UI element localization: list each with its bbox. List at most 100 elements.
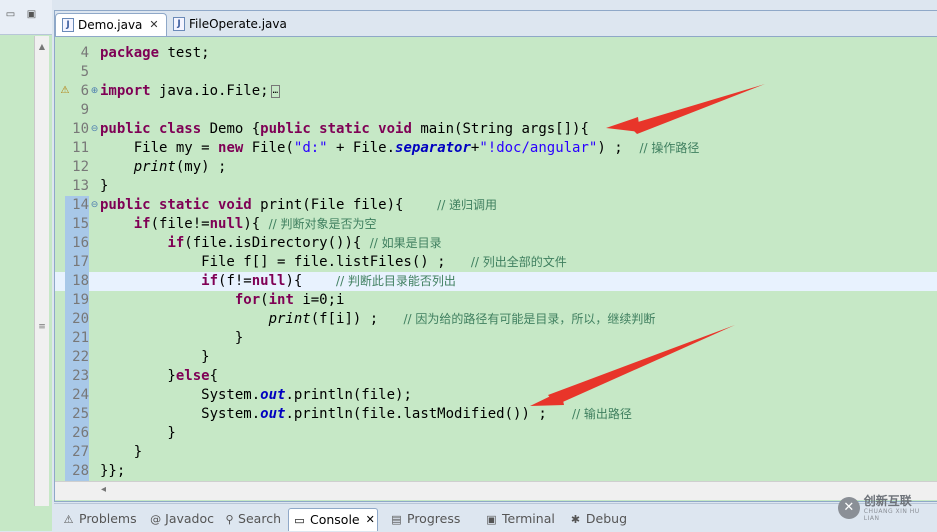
minimize-icon[interactable]: ▭ — [5, 10, 16, 20]
code-line[interactable]: 6 ⊕ ⚠ import java.io.File;… — [55, 82, 937, 101]
scroll-grip-icon[interactable]: ≡ — [38, 322, 46, 332]
code-line[interactable]: 22 } — [55, 348, 937, 367]
code-line[interactable]: 26 } — [55, 424, 937, 443]
code-line[interactable]: 24 System.out.println(file); — [55, 386, 937, 405]
close-icon[interactable]: ✕ — [149, 14, 158, 36]
code-line[interactable]: 12 print(my) ; — [55, 158, 937, 177]
code-line[interactable]: 21 } — [55, 329, 937, 348]
code-text: }}; — [100, 463, 126, 479]
tab-search[interactable]: ⚲ Search — [221, 508, 281, 530]
tab-terminal[interactable]: ▣ Terminal — [481, 508, 557, 530]
code-text: } — [100, 178, 109, 194]
line-number: 17 — [65, 253, 89, 272]
line-number: 11 — [72, 140, 89, 156]
code-editor[interactable]: J Demo.java ✕ J FileOperate.java 4 packag… — [54, 10, 937, 502]
fold-toggle-icon[interactable]: ⊖ — [90, 196, 99, 215]
code-line[interactable]: 27 } — [55, 443, 937, 462]
left-panel-header: ▭ ▣ — [0, 0, 52, 35]
line-number: 26 — [65, 424, 89, 443]
line-number: 4 — [80, 45, 89, 61]
line-number: 18 — [65, 272, 89, 291]
logo-icon: ✕ — [838, 497, 860, 519]
line-number: 28 — [65, 462, 89, 481]
line-number: 14 — [65, 196, 89, 215]
line-number: 27 — [65, 443, 89, 462]
tab-label: Search — [238, 511, 281, 526]
problems-icon: ⚠ — [63, 512, 74, 526]
code-lines[interactable]: 4 package test; 5 6 ⊕ ⚠ import java.io.File;… 9… — [55, 37, 937, 487]
code-text: } — [100, 349, 210, 365]
tab-label: Console — [310, 512, 360, 527]
code-text: File f[] = file.listFiles() ; // 列出全部的文件 — [100, 254, 567, 270]
code-text: public class Demo {public static void ma… — [100, 121, 589, 137]
horizontal-scrollbar[interactable]: ◂ — [55, 481, 937, 500]
tab-debug[interactable]: ✱ Debug — [565, 508, 627, 530]
line-number: 12 — [72, 159, 89, 175]
line-number: 15 — [65, 215, 89, 234]
code-text: File my = new File("d:" + File.separator… — [100, 140, 700, 156]
code-text: for(int i=0;i — [234, 292, 345, 308]
scroll-left-icon[interactable]: ◂ — [101, 484, 106, 495]
code-text: if(f!=null){ // 判断此目录能否列出 — [201, 273, 456, 289]
close-icon[interactable]: ✕ — [366, 509, 375, 531]
code-line[interactable]: 20 print(f[i]) ; // 因为给的路径有可能是目录，所以，继续判断 — [55, 310, 937, 329]
tab-console[interactable]: ▭ Console ✕ — [288, 508, 378, 531]
watermark-subtext: CHUANG XIN HU LIAN — [863, 507, 920, 522]
bottom-panel-tabs: ⚠ Problems @ Javadoc ⚲ Search ▭ Console ✕ ▤ Progre… — [54, 503, 937, 532]
fold-toggle-icon[interactable]: ⊕ — [90, 82, 99, 101]
tab-javadoc[interactable]: @ Javadoc — [146, 508, 214, 530]
tab-label: Debug — [585, 511, 627, 526]
code-text: import java.io.File;… — [100, 83, 281, 99]
warning-icon[interactable]: ⚠ — [59, 85, 71, 97]
maximize-icon[interactable]: ▣ — [26, 10, 37, 20]
code-line[interactable]: 14 ⊖ public static void print(File file){ … — [55, 196, 937, 215]
scroll-up-icon[interactable]: ▲ — [35, 40, 49, 54]
code-text: print(my) ; — [133, 159, 227, 175]
code-line[interactable]: 18 if(f!=null){ // 判断此目录能否列出 — [55, 272, 937, 291]
code-line[interactable]: 23 }else{ — [55, 367, 937, 386]
javadoc-icon: @ — [150, 512, 162, 526]
code-text: System.out.println(file); — [100, 387, 412, 403]
progress-icon: ▤ — [391, 512, 402, 526]
code-text: }else{ — [100, 368, 219, 384]
code-line[interactable]: 28}}; — [55, 462, 937, 481]
tab-label: Problems — [79, 511, 137, 526]
tab-fileoperate-java[interactable]: J FileOperate.java — [167, 13, 297, 35]
code-text: } — [100, 330, 244, 346]
code-line[interactable]: 13} — [55, 177, 937, 196]
line-number: 25 — [65, 405, 89, 424]
line-number: 23 — [65, 367, 89, 386]
tab-demo-java[interactable]: J Demo.java ✕ — [55, 13, 167, 36]
java-file-icon: J — [62, 18, 74, 32]
code-line[interactable]: 15 if(file!=null){ // 判断对象是否为空 — [55, 215, 937, 234]
code-line[interactable]: 9 — [55, 101, 937, 120]
fold-toggle-icon[interactable]: ⊖ — [90, 120, 99, 139]
code-line[interactable]: 4 package test; — [55, 44, 937, 63]
editor-tab-bar: J Demo.java ✕ J FileOperate.java — [55, 11, 937, 37]
code-text: public static void print(File file){ // … — [100, 197, 498, 213]
line-number: 10 — [72, 121, 89, 137]
code-text: package test; — [100, 45, 210, 61]
code-line[interactable]: 17 File f[] = file.listFiles() ; // 列出全部… — [55, 253, 937, 272]
tab-label: Javadoc — [165, 511, 214, 526]
code-line[interactable]: 25 System.out.println(file.lastModified(… — [55, 405, 937, 424]
code-line[interactable]: 5 — [55, 63, 937, 82]
tab-progress[interactable]: ▤ Progress — [386, 508, 472, 530]
line-number: 19 — [65, 291, 89, 310]
code-text: if(file!=null){ // 判断对象是否为空 — [133, 216, 377, 232]
console-icon: ▭ — [294, 513, 305, 527]
code-line[interactable]: 16 if(file.isDirectory()){ // 如果是目录 — [55, 234, 937, 253]
watermark-text: 创新互联 — [863, 493, 912, 508]
code-line[interactable]: 10 ⊖ public class Demo {public static void… — [55, 120, 937, 139]
line-number: 13 — [72, 178, 89, 194]
terminal-icon: ▣ — [486, 512, 497, 526]
watermark-logo: ✕ 创新互联 CHUANG XIN HU LIAN — [838, 494, 937, 522]
tab-problems[interactable]: ⚠ Problems — [58, 508, 138, 530]
line-number: 16 — [65, 234, 89, 253]
debug-icon: ✱ — [570, 512, 581, 526]
tab-label: FileOperate.java — [189, 17, 287, 31]
code-line[interactable]: 11 File my = new File("d:" + File.separa… — [55, 139, 937, 158]
left-panel-scrollbar[interactable]: ▲ ≡ — [34, 36, 49, 506]
code-line[interactable]: 19 for(int i=0;i — [55, 291, 937, 310]
tab-label: Progress — [407, 511, 461, 526]
